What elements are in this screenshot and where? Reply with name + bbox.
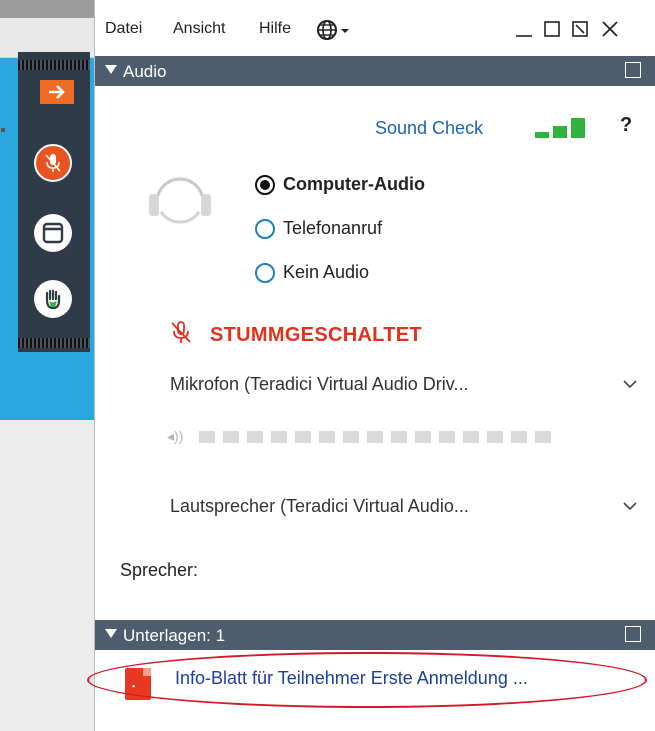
help-button[interactable]: ? bbox=[620, 114, 632, 137]
raise-hand-icon[interactable] bbox=[34, 280, 72, 318]
option-computer-audio[interactable]: Computer-Audio bbox=[255, 174, 425, 195]
radio-icon[interactable] bbox=[255, 262, 275, 283]
document-list-item[interactable]: ▪ Info-Blatt für Teilnehmer Erste Anmeld… bbox=[87, 650, 655, 710]
toolbar-grip-top[interactable] bbox=[18, 60, 90, 70]
audio-panel: Datei Ansicht Hilfe Audio Sound Check ? … bbox=[87, 0, 655, 731]
popout-icon[interactable] bbox=[625, 62, 641, 78]
chevron-down-icon[interactable] bbox=[620, 374, 640, 394]
background-marker bbox=[1, 128, 5, 132]
microphone-select[interactable]: Mikrofon (Teradici Virtual Audio Driv... bbox=[170, 366, 640, 402]
mute-status[interactable]: STUMMGESCHALTET bbox=[170, 320, 422, 351]
toolbar-grip-bottom[interactable] bbox=[18, 338, 90, 348]
muted-microphone-icon[interactable] bbox=[34, 144, 72, 182]
radio-icon[interactable] bbox=[255, 218, 275, 239]
background-app-area bbox=[0, 0, 95, 731]
chevron-down-icon[interactable] bbox=[620, 496, 640, 516]
option-kein-audio[interactable]: Kein Audio bbox=[255, 262, 369, 283]
radio-selected-icon[interactable] bbox=[255, 174, 275, 195]
microphone-select-value: Mikrofon (Teradici Virtual Audio Driv... bbox=[170, 373, 469, 394]
background-gray-area bbox=[0, 420, 95, 731]
speaker-select-value: Lautsprecher (Teradici Virtual Audio... bbox=[170, 495, 469, 516]
option-label: Computer-Audio bbox=[283, 174, 425, 194]
documents-section-header[interactable]: Unterlagen: 1 bbox=[95, 620, 655, 650]
headset-icon bbox=[145, 166, 215, 241]
popout-window-icon[interactable] bbox=[569, 18, 591, 45]
audio-section-title: Audio bbox=[123, 62, 167, 81]
signal-level-icon bbox=[535, 116, 597, 138]
minimize-icon[interactable] bbox=[513, 18, 535, 45]
mute-status-label: STUMMGESCHALTET bbox=[210, 324, 422, 346]
muted-mic-icon[interactable] bbox=[170, 320, 192, 351]
floating-toolbar bbox=[18, 52, 90, 352]
collapse-arrow-icon[interactable] bbox=[105, 629, 117, 638]
menu-bar: Datei Ansicht Hilfe bbox=[95, 0, 655, 54]
option-label: Telefonanruf bbox=[283, 218, 383, 238]
maximize-icon[interactable] bbox=[541, 18, 563, 45]
globe-language-icon[interactable] bbox=[315, 18, 355, 47]
audio-section-header[interactable]: Audio bbox=[95, 56, 655, 86]
close-icon[interactable] bbox=[599, 18, 621, 45]
option-label: Kein Audio bbox=[283, 262, 370, 282]
option-telefonanruf[interactable]: Telefonanruf bbox=[255, 218, 382, 239]
speaker-volume-icon: ◂)) bbox=[167, 428, 184, 444]
menu-hilfe[interactable]: Hilfe bbox=[259, 20, 291, 38]
speaker-level-meter: ◂)) bbox=[167, 428, 559, 445]
panel-window-icon[interactable] bbox=[34, 214, 72, 252]
menu-ansicht[interactable]: Ansicht bbox=[173, 20, 225, 38]
highlight-annotation bbox=[87, 652, 647, 708]
collapse-arrow-icon[interactable] bbox=[105, 65, 117, 74]
speaker-select[interactable]: Lautsprecher (Teradici Virtual Audio... bbox=[170, 488, 640, 524]
menu-datei[interactable]: Datei bbox=[105, 20, 142, 38]
arrow-right-icon[interactable] bbox=[40, 80, 74, 104]
popout-icon[interactable] bbox=[625, 626, 641, 642]
speaker-label: Sprecher: bbox=[120, 560, 199, 580]
sound-check-link[interactable]: Sound Check bbox=[375, 118, 483, 139]
background-titlebar bbox=[0, 0, 95, 18]
documents-section-title: Unterlagen: 1 bbox=[123, 626, 226, 645]
audio-section-body: Sound Check ? Computer-Audio Telefonanru… bbox=[95, 86, 655, 620]
